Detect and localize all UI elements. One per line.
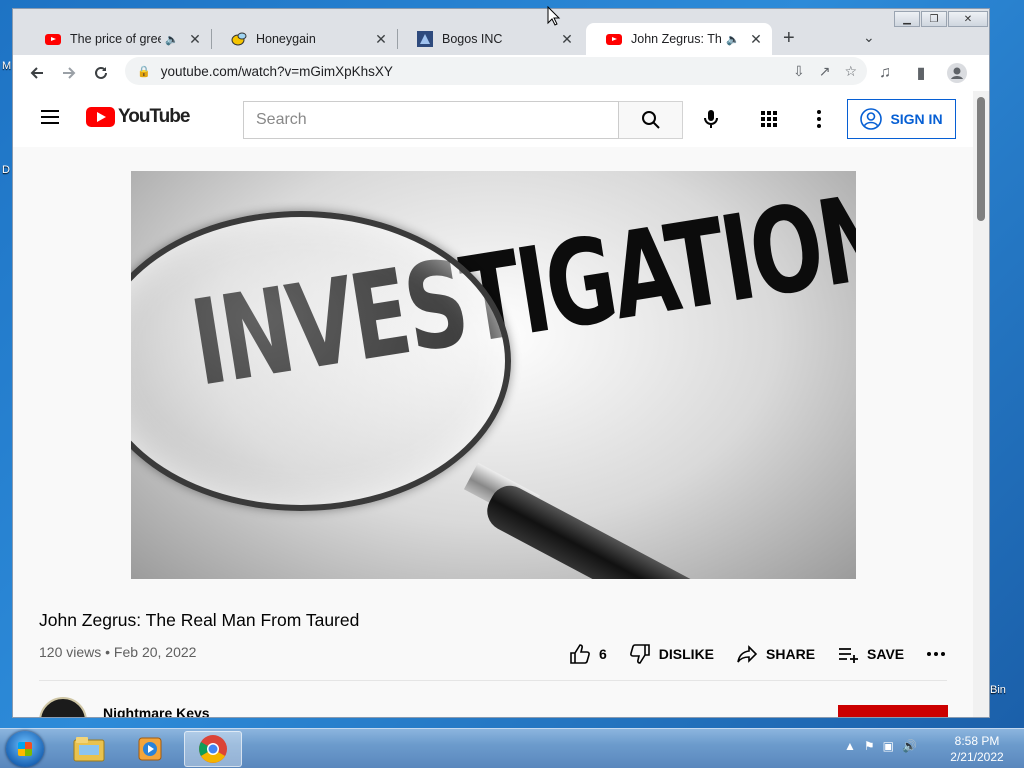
scrollbar-thumb[interactable] [977, 97, 985, 221]
settings-kebab-icon[interactable] [809, 107, 829, 131]
volume-icon[interactable]: 🔊 [902, 739, 917, 753]
action-center-flag-icon[interactable]: ⚑ [864, 739, 875, 753]
chrome-taskbar-icon[interactable] [184, 731, 242, 767]
subscribe-button[interactable]: SUBSCRIBE [838, 705, 948, 717]
youtube-icon [45, 31, 61, 47]
like-count: 6 [599, 646, 607, 662]
youtube-masthead: YouTube Search SIGN IN [13, 91, 973, 147]
tab-title: John Zegrus: The R [631, 32, 722, 46]
lock-icon[interactable]: 🔒 [137, 65, 151, 78]
system-clock[interactable]: 8:58 PM 2/21/2022 [942, 733, 1012, 765]
close-window-button[interactable]: ✕ [948, 11, 988, 27]
side-panel-icon[interactable]: ▮ [905, 57, 937, 89]
youtube-play-icon [86, 107, 115, 127]
desktop-icon-label: D [2, 164, 10, 176]
sign-in-label: SIGN IN [890, 111, 943, 127]
media-controls-icon[interactable]: ♫ [869, 57, 901, 89]
dislike-button[interactable]: DISLIKE [629, 643, 714, 665]
like-button[interactable]: 6 [569, 643, 607, 665]
profile-avatar-icon[interactable] [941, 57, 973, 89]
tab-title: Bogos INC [442, 32, 503, 46]
show-hidden-icons-icon[interactable]: ▲ [844, 739, 856, 753]
clock-time: 8:58 PM [954, 734, 1000, 748]
tab-title: Honeygain [256, 32, 316, 46]
search-icon [641, 111, 660, 129]
video-meta: 120 views • Feb 20, 2022 [39, 644, 197, 660]
tab-john-zegrus[interactable]: John Zegrus: The R 🔈 ✕ [586, 23, 772, 55]
save-button[interactable]: SAVE [837, 643, 904, 665]
tab-title: The price of green [70, 32, 161, 46]
youtube-logo[interactable]: YouTube [86, 106, 190, 128]
windows-taskbar: ▲ ⚑ ▣ 🔊 8:58 PM 2/21/2022 [0, 728, 1024, 768]
chrome-window: ▁ ❐ ✕ The price of green 🔈 ✕ Honeygain ✕… [12, 8, 990, 718]
bogos-icon [417, 31, 433, 47]
media-player-icon[interactable] [121, 731, 179, 767]
window-controls: ▁ ❐ ✕ [893, 11, 988, 27]
chevron-down-icon[interactable]: ⌄ [863, 29, 875, 46]
more-actions-icon[interactable] [926, 651, 954, 657]
mouse-cursor-icon [547, 6, 561, 26]
clock-date: 2/21/2022 [950, 750, 1004, 764]
youtube-page: YouTube Search SIGN IN INVESTIGATION Joh… [13, 91, 989, 717]
back-arrow-icon[interactable] [21, 57, 53, 89]
youtube-icon [606, 31, 622, 47]
file-explorer-icon[interactable] [60, 731, 118, 767]
reload-icon[interactable] [85, 57, 117, 89]
speaker-icon[interactable]: 🔈 [165, 33, 179, 46]
page-scrollbar[interactable] [973, 91, 989, 717]
microphone-icon[interactable] [699, 107, 723, 131]
tab-price-of-green[interactable]: The price of green 🔈 ✕ [25, 23, 211, 55]
channel-name[interactable]: Nightmare Keys [103, 705, 210, 717]
browser-toolbar: 🔒 youtube.com/watch?v=mGimXpKhsXY ⇩ ↗ ☆ … [13, 55, 989, 91]
desktop-icon-label: M [2, 60, 12, 72]
playlist-add-icon [839, 648, 859, 663]
thumbs-up-icon [570, 644, 590, 664]
share-arrow-icon [737, 645, 758, 663]
speaker-icon[interactable]: 🔈 [726, 33, 740, 46]
youtube-logo-text: YouTube [118, 106, 190, 127]
video-player[interactable]: INVESTIGATION [131, 171, 856, 579]
hamburger-menu-icon[interactable] [41, 110, 59, 124]
close-icon[interactable]: ✕ [748, 31, 764, 47]
url-text[interactable]: youtube.com/watch?v=mGimXpKhsXY [161, 64, 393, 79]
new-tab-plus-icon[interactable]: + [783, 27, 795, 50]
network-icon[interactable]: ▣ [883, 739, 894, 753]
forward-arrow-icon[interactable] [53, 57, 85, 89]
honeygain-icon [231, 31, 247, 47]
apps-grid-icon[interactable] [761, 111, 777, 132]
save-label: SAVE [867, 646, 905, 662]
search-input[interactable]: Search [243, 101, 619, 139]
sign-in-button[interactable]: SIGN IN [847, 99, 956, 139]
share-label: SHARE [766, 646, 816, 662]
video-actions: 6 DISLIKE SHARE SAVE [569, 643, 976, 665]
bookmark-star-icon[interactable]: ☆ [844, 63, 857, 80]
system-tray: ▲ ⚑ ▣ 🔊 [844, 739, 917, 753]
share-button[interactable]: SHARE [736, 643, 815, 665]
divider [39, 680, 947, 681]
tab-strip: ▁ ❐ ✕ The price of green 🔈 ✕ Honeygain ✕… [13, 9, 989, 55]
close-icon[interactable]: ✕ [373, 31, 389, 47]
thumbs-down-icon [629, 644, 650, 664]
share-icon[interactable]: ↗ [819, 63, 831, 80]
channel-avatar[interactable] [39, 697, 87, 717]
maximize-button[interactable]: ❐ [921, 11, 947, 27]
close-icon[interactable]: ✕ [559, 31, 575, 47]
account-icon [860, 108, 883, 130]
install-app-icon[interactable]: ⇩ [793, 63, 805, 80]
search-button[interactable] [619, 101, 683, 139]
tab-bogos-inc[interactable]: Bogos INC ✕ [397, 23, 583, 55]
minimize-button[interactable]: ▁ [894, 11, 920, 27]
address-bar[interactable]: 🔒 youtube.com/watch?v=mGimXpKhsXY ⇩ ↗ ☆ [125, 57, 867, 85]
start-button[interactable] [6, 731, 44, 767]
video-title: John Zegrus: The Real Man From Taured [39, 610, 360, 630]
recycle-bin-label[interactable]: Bin [990, 684, 1006, 696]
chrome-menu-icon[interactable]: ⋮ [977, 57, 989, 89]
dislike-label: DISLIKE [658, 646, 715, 662]
tab-honeygain[interactable]: Honeygain ✕ [211, 23, 397, 55]
close-icon[interactable]: ✕ [187, 31, 203, 47]
